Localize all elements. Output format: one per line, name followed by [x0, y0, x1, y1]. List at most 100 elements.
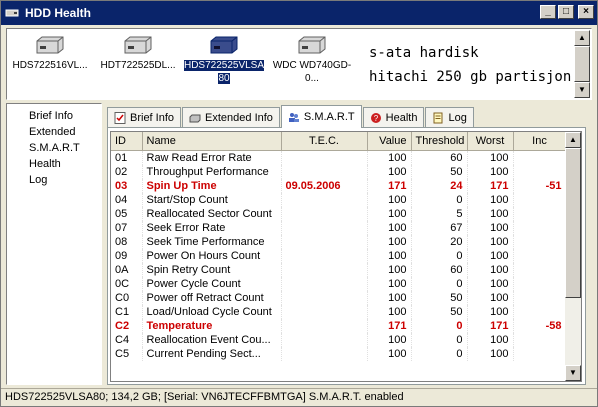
- cell-tec: [281, 318, 368, 333]
- cell-value: 100: [367, 164, 412, 179]
- column-header-tec[interactable]: T.E.C.: [281, 132, 368, 151]
- drive-icon: [189, 114, 201, 123]
- minimize-button[interactable]: _: [540, 5, 556, 19]
- drive-item[interactable]: HDS722516VL...: [7, 35, 93, 72]
- tab-extended-info[interactable]: Extended Info: [182, 107, 280, 128]
- drive-item-selected[interactable]: HDS722525VLSA 80: [181, 35, 267, 85]
- drive-item[interactable]: HDT722525DL...: [95, 35, 181, 72]
- cell-value: 100: [367, 304, 412, 319]
- nav-item-health[interactable]: Health: [29, 156, 101, 172]
- nav-item-log[interactable]: Log: [29, 172, 101, 188]
- cell-inc: [513, 192, 567, 207]
- tab-label: Extended Info: [205, 112, 273, 124]
- nav-panel: Brief Info Extended S.M.A.R.T Health Log: [6, 103, 102, 385]
- close-button[interactable]: ×: [578, 5, 594, 19]
- cell-id: 08: [111, 234, 143, 249]
- cell-inc: [513, 164, 567, 179]
- tab-brief-info[interactable]: Brief Info: [107, 107, 182, 128]
- cell-id: 07: [111, 220, 143, 235]
- scroll-up-button[interactable]: ▲: [565, 132, 581, 148]
- cell-inc: [513, 276, 567, 291]
- svg-text:?: ?: [373, 114, 378, 123]
- cell-id: C1: [111, 304, 143, 319]
- table-row[interactable]: C5 Current Pending Sect... 100 0 100: [111, 346, 567, 361]
- people-icon: [288, 113, 299, 122]
- cell-worst: 100: [467, 150, 514, 165]
- cell-value: 100: [367, 234, 412, 249]
- cell-tec: [281, 234, 368, 249]
- column-header-value[interactable]: Value: [367, 132, 412, 151]
- table-row[interactable]: 0C Power Cycle Count 100 0 100: [111, 276, 567, 291]
- column-header-id[interactable]: ID: [111, 132, 143, 151]
- table-header-row: ID Name T.E.C. Value Threshold Worst Inc: [111, 132, 567, 151]
- smart-grid: ID Name T.E.C. Value Threshold Worst Inc…: [110, 131, 582, 382]
- cell-value: 171: [367, 178, 412, 193]
- title-bar[interactable]: HDD Health _ □ ×: [1, 1, 597, 25]
- cell-name: Temperature: [142, 318, 282, 333]
- scroll-down-button[interactable]: ▼: [565, 365, 581, 381]
- cell-tec: [281, 332, 368, 347]
- cell-id: 0C: [111, 276, 143, 291]
- tab-smart[interactable]: S.M.A.R.T: [280, 105, 362, 128]
- cell-id: 02: [111, 164, 143, 179]
- scroll-up-button[interactable]: ▲: [574, 30, 590, 46]
- cell-id: C5: [111, 346, 143, 361]
- cell-value: 100: [367, 346, 412, 361]
- cell-threshold: 20: [411, 234, 468, 249]
- cell-tec: [281, 164, 368, 179]
- table-row[interactable]: 08 Seek Time Performance 100 20 100: [111, 234, 567, 249]
- check-doc-icon: [114, 112, 126, 124]
- nav-item-smart[interactable]: S.M.A.R.T: [29, 140, 101, 156]
- column-header-threshold[interactable]: Threshold: [411, 132, 468, 151]
- cell-id: C4: [111, 332, 143, 347]
- column-header-name[interactable]: Name: [142, 132, 282, 151]
- table-row[interactable]: C2 Temperature 171 0 171 -58: [111, 318, 567, 333]
- nav-item-brief-info[interactable]: Brief Info: [29, 108, 101, 124]
- cell-tec: [281, 192, 368, 207]
- scroll-thumb[interactable]: [574, 46, 590, 82]
- table-row[interactable]: 02 Throughput Performance 100 50 100: [111, 164, 567, 179]
- scroll-down-button[interactable]: ▼: [574, 82, 590, 98]
- table-row[interactable]: 07 Seek Error Rate 100 67 100: [111, 220, 567, 235]
- cell-tec: [281, 290, 368, 305]
- table-row[interactable]: C1 Load/Unload Cycle Count 100 50 100: [111, 304, 567, 319]
- scroll-thumb[interactable]: [565, 148, 581, 298]
- cell-inc: [513, 346, 567, 361]
- drive-list-scrollbar[interactable]: ▲ ▼: [574, 30, 590, 98]
- tab-log[interactable]: Log: [425, 107, 474, 128]
- hard-drive-icon: [124, 36, 152, 54]
- table-row[interactable]: 04 Start/Stop Count 100 0 100: [111, 192, 567, 207]
- drive-label: HDS722516VL...: [12, 60, 88, 71]
- cell-tec: [281, 304, 368, 319]
- maximize-button[interactable]: □: [558, 5, 574, 19]
- cell-name: Power off Retract Count: [142, 290, 282, 305]
- column-header-inc[interactable]: Inc: [513, 132, 567, 151]
- table-row[interactable]: 09 Power On Hours Count 100 0 100: [111, 248, 567, 263]
- table-row[interactable]: C0 Power off Retract Count 100 50 100: [111, 290, 567, 305]
- drive-label: HDT722525DL...: [100, 60, 176, 71]
- cell-worst: 100: [467, 290, 514, 305]
- hdd-app-icon: [5, 9, 19, 17]
- grid-scrollbar[interactable]: ▲ ▼: [565, 132, 581, 381]
- table-row[interactable]: 0A Spin Retry Count 100 60 100: [111, 262, 567, 277]
- table-row[interactable]: C4 Reallocation Event Cou... 100 0 100: [111, 332, 567, 347]
- cell-threshold: 67: [411, 220, 468, 235]
- cell-tec: [281, 276, 368, 291]
- tab-health[interactable]: ? Health: [362, 107, 425, 128]
- cell-id: 0A: [111, 262, 143, 277]
- cell-threshold: 50: [411, 164, 468, 179]
- table-row[interactable]: 01 Raw Read Error Rate 100 60 100: [111, 150, 567, 165]
- cell-worst: 100: [467, 248, 514, 263]
- nav-item-extended[interactable]: Extended: [29, 124, 101, 140]
- drive-list: HDS722516VL... HDT722525DL... HDS722525V…: [6, 28, 592, 100]
- cell-name: Throughput Performance: [142, 164, 282, 179]
- cell-worst: 171: [467, 178, 514, 193]
- drive-item[interactable]: WDC WD740GD-0...: [269, 35, 355, 85]
- column-header-worst[interactable]: Worst: [467, 132, 514, 151]
- cell-tec: [281, 206, 368, 221]
- table-row[interactable]: 03 Spin Up Time 09.05.2006 171 24 171 -51: [111, 178, 567, 193]
- table-row[interactable]: 05 Reallocated Sector Count 100 5 100: [111, 206, 567, 221]
- cell-inc: [513, 220, 567, 235]
- cell-name: Start/Stop Count: [142, 192, 282, 207]
- cell-value: 100: [367, 150, 412, 165]
